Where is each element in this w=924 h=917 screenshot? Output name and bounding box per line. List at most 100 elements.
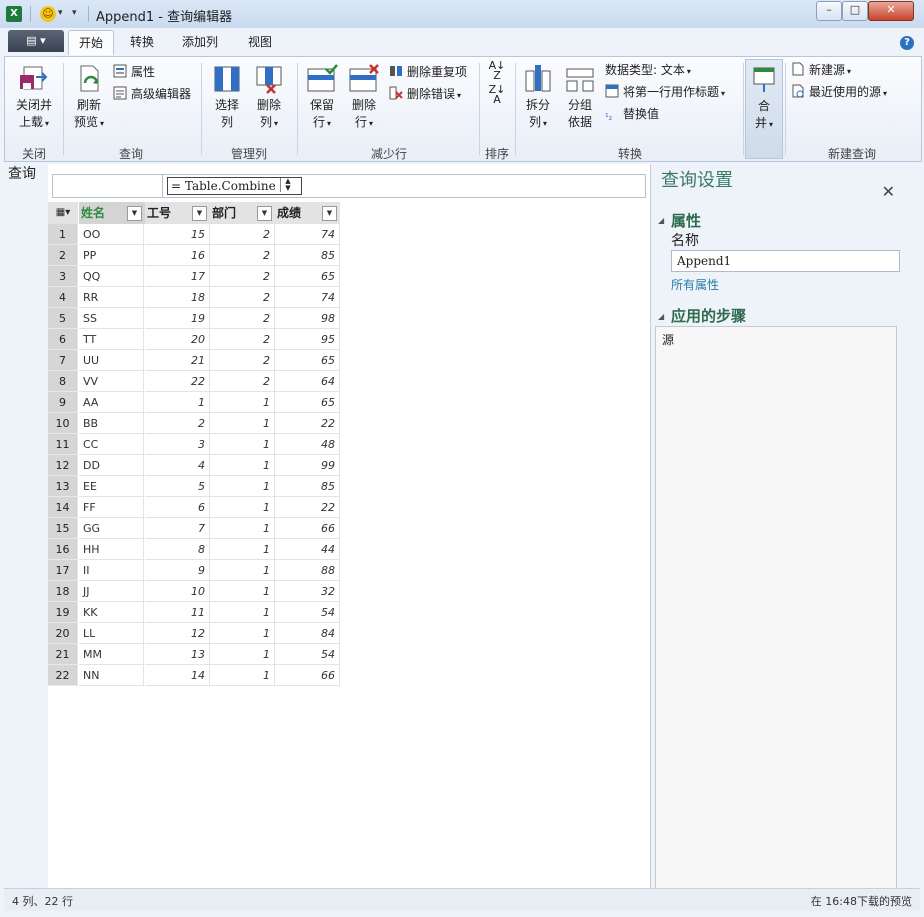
maximize-button[interactable]: □ xyxy=(842,1,868,21)
table-menu-icon[interactable]: ▦▾ xyxy=(48,202,79,224)
table-cell[interactable]: 84 xyxy=(275,623,340,644)
table-cell[interactable]: LL xyxy=(79,623,144,644)
tab-add-column[interactable]: 添加列 xyxy=(172,30,228,54)
group-by-button[interactable]: 分组 依据 xyxy=(561,63,599,131)
table-cell[interactable]: 1 xyxy=(210,392,275,413)
row-number[interactable]: 1 xyxy=(48,224,78,245)
table-cell[interactable]: 32 xyxy=(275,581,340,602)
table-cell[interactable]: QQ xyxy=(79,266,144,287)
collapse-triangle-icon[interactable]: ◢ xyxy=(658,312,664,321)
table-cell[interactable]: JJ xyxy=(79,581,144,602)
advanced-editor-button[interactable]: 高级编辑器 xyxy=(113,85,191,103)
remove-columns-button[interactable]: 删除 列 ▾ xyxy=(249,63,289,132)
table-cell[interactable]: 98 xyxy=(275,308,340,329)
close-button[interactable]: ✕ xyxy=(868,1,914,21)
table-cell[interactable]: SS xyxy=(79,308,144,329)
table-cell[interactable]: 48 xyxy=(275,434,340,455)
column-header-name[interactable]: 姓名 ▼ xyxy=(79,202,146,224)
table-cell[interactable]: 1 xyxy=(210,623,275,644)
tab-transform[interactable]: 转换 xyxy=(120,30,164,54)
row-number[interactable]: 4 xyxy=(48,287,78,308)
table-cell[interactable]: 2 xyxy=(210,329,275,350)
table-cell[interactable]: 85 xyxy=(275,245,340,266)
table-cell[interactable]: AA xyxy=(79,392,144,413)
table-cell[interactable]: NN xyxy=(79,665,144,686)
filter-dropdown-icon[interactable]: ▼ xyxy=(257,206,272,221)
tab-view[interactable]: 视图 xyxy=(238,30,282,54)
table-cell[interactable]: 2 xyxy=(145,413,210,434)
table-cell[interactable]: 15 xyxy=(145,224,210,245)
table-cell[interactable]: FF xyxy=(79,497,144,518)
table-cell[interactable]: 12 xyxy=(145,623,210,644)
table-cell[interactable]: 14 xyxy=(145,665,210,686)
table-cell[interactable]: UU xyxy=(79,350,144,371)
table-cell[interactable]: 66 xyxy=(275,665,340,686)
row-number[interactable]: 13 xyxy=(48,476,78,497)
row-number[interactable]: 7 xyxy=(48,350,78,371)
row-number[interactable]: 5 xyxy=(48,308,78,329)
table-cell[interactable]: 19 xyxy=(145,308,210,329)
table-cell[interactable]: 74 xyxy=(275,224,340,245)
table-cell[interactable]: 65 xyxy=(275,266,340,287)
applied-step[interactable]: 源 xyxy=(662,331,674,348)
column-header-id[interactable]: 工号 ▼ xyxy=(145,202,211,224)
table-cell[interactable]: KK xyxy=(79,602,144,623)
row-number[interactable]: 9 xyxy=(48,392,78,413)
table-cell[interactable]: 5 xyxy=(145,476,210,497)
table-cell[interactable]: 1 xyxy=(210,644,275,665)
table-cell[interactable]: 22 xyxy=(145,371,210,392)
minimize-button[interactable]: – xyxy=(816,1,842,21)
remove-duplicates-button[interactable]: 删除重复项 xyxy=(389,63,467,81)
table-cell[interactable]: 22 xyxy=(275,413,340,434)
row-number[interactable]: 6 xyxy=(48,329,78,350)
table-cell[interactable]: 2 xyxy=(210,266,275,287)
table-cell[interactable]: 1 xyxy=(210,665,275,686)
table-cell[interactable]: 2 xyxy=(210,350,275,371)
query-name-input[interactable]: Append1 xyxy=(671,250,900,272)
table-cell[interactable]: 74 xyxy=(275,287,340,308)
row-number[interactable]: 15 xyxy=(48,518,78,539)
row-number[interactable]: 17 xyxy=(48,560,78,581)
remove-rows-button[interactable]: 删除 行 ▾ xyxy=(345,63,383,132)
row-number[interactable]: 21 xyxy=(48,644,78,665)
filter-dropdown-icon[interactable]: ▼ xyxy=(127,206,142,221)
sort-descending-button[interactable]: Z↓ A xyxy=(485,84,509,105)
file-menu-button[interactable]: ▤ ▾ xyxy=(8,30,64,52)
use-first-row-as-headers-button[interactable]: 将第一行用作标题 ▾ xyxy=(605,83,725,101)
table-cell[interactable]: 22 xyxy=(275,497,340,518)
table-cell[interactable]: 2 xyxy=(210,245,275,266)
table-cell[interactable]: 9 xyxy=(145,560,210,581)
collapse-triangle-icon[interactable]: ◢ xyxy=(658,216,664,225)
close-icon[interactable]: ✕ xyxy=(882,182,895,201)
customize-toolbar-icon[interactable]: ▾ xyxy=(72,8,77,18)
row-number[interactable]: 10 xyxy=(48,413,78,434)
table-cell[interactable]: 17 xyxy=(145,266,210,287)
table-cell[interactable]: 10 xyxy=(145,581,210,602)
table-cell[interactable]: 1 xyxy=(210,518,275,539)
row-number[interactable]: 16 xyxy=(48,539,78,560)
all-properties-link[interactable]: 所有属性 xyxy=(671,276,719,293)
sort-ascending-button[interactable]: A↓ Z xyxy=(485,60,509,81)
table-cell[interactable]: 1 xyxy=(210,476,275,497)
table-cell[interactable]: DD xyxy=(79,455,144,476)
split-column-button[interactable]: 拆分 列 ▾ xyxy=(519,63,557,132)
table-cell[interactable]: 85 xyxy=(275,476,340,497)
table-cell[interactable]: 99 xyxy=(275,455,340,476)
refresh-preview-button[interactable]: 刷新 预览 ▾ xyxy=(67,63,111,132)
table-cell[interactable]: 21 xyxy=(145,350,210,371)
row-number[interactable]: 3 xyxy=(48,266,78,287)
tab-home[interactable]: 开始 xyxy=(68,30,115,55)
table-cell[interactable]: 8 xyxy=(145,539,210,560)
table-cell[interactable]: 65 xyxy=(275,392,340,413)
table-cell[interactable]: 2 xyxy=(210,371,275,392)
table-cell[interactable]: TT xyxy=(79,329,144,350)
filter-dropdown-icon[interactable]: ▼ xyxy=(322,206,337,221)
table-cell[interactable]: 2 xyxy=(210,308,275,329)
table-cell[interactable]: 1 xyxy=(145,392,210,413)
remove-errors-button[interactable]: 删除错误 ▾ xyxy=(389,85,461,103)
row-number[interactable]: 20 xyxy=(48,623,78,644)
row-number[interactable]: 11 xyxy=(48,434,78,455)
table-cell[interactable]: 3 xyxy=(145,434,210,455)
table-cell[interactable]: 1 xyxy=(210,581,275,602)
table-cell[interactable]: 13 xyxy=(145,644,210,665)
